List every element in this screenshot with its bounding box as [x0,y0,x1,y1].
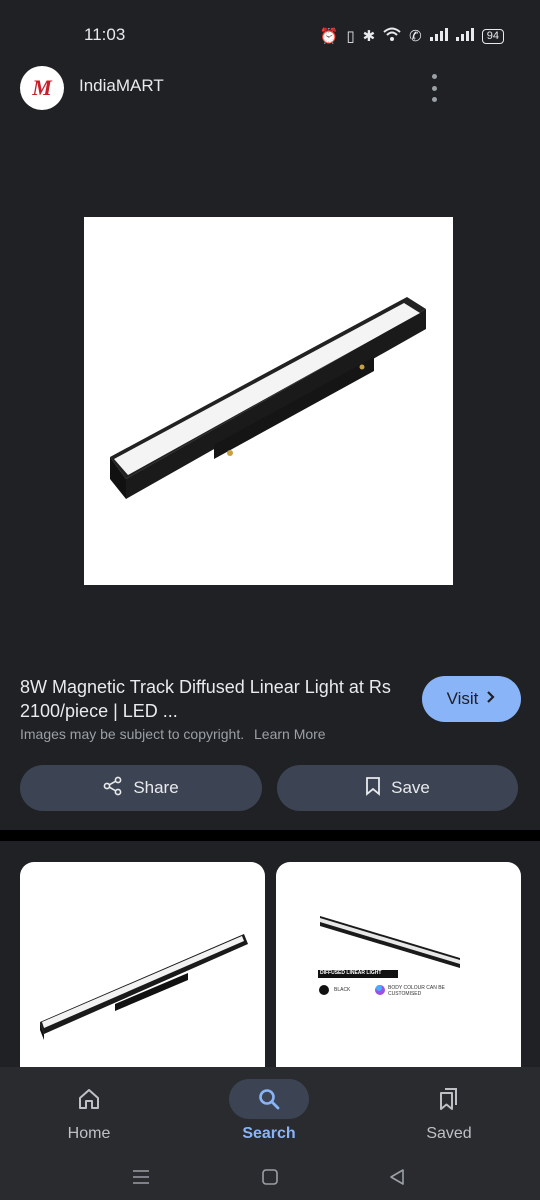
thumb-black-label: BLACK [334,987,351,993]
related-result-thumbnail[interactable]: DIFFUSED LINEAR LIGHT BLACK BODY COLOUR … [276,862,521,1072]
system-navigation-bar [0,1152,540,1200]
visit-button[interactable]: Visit [422,676,521,722]
more-options-button[interactable] [424,74,444,102]
nav-search-label: Search [242,1125,296,1142]
back-triangle-icon [390,1169,404,1185]
chevron-right-icon [486,689,496,709]
nav-search[interactable]: Search [209,1067,329,1152]
home-icon [49,1079,129,1119]
site-logo-mark: M [32,75,52,100]
signal-icon [455,27,474,45]
visit-label: Visit [446,689,479,708]
thumb-body-label: BODY COLOUR CAN BE CUSTOMISED [388,985,445,997]
save-label: Save [391,778,430,797]
site-logo[interactable]: M [20,66,64,110]
status-time: 11:03 [84,25,126,44]
nav-home-label: Home [67,1125,111,1142]
more-dot [431,74,437,79]
status-icons: ⏰ ▯ ✱ ✆ 94 [320,27,504,45]
nav-saved[interactable]: Saved [389,1067,509,1152]
home-system-button[interactable] [255,1162,285,1192]
result-title[interactable]: 8W Magnetic Track Diffused Linear Light … [20,675,400,723]
copyright-notice: Images may be subject to copyright. Lear… [20,726,326,742]
menu-icon [133,1170,149,1184]
battery-icon: 94 [481,28,504,44]
section-divider [0,830,540,841]
bookmark-icon [365,776,381,801]
result-header: M IndiaMART [0,62,540,112]
bottom-navigation: Home Search Saved [0,1067,540,1152]
linear-light-image [110,297,426,499]
save-button[interactable]: Save [277,765,518,811]
more-dot [431,97,437,102]
wifi-call-icon: ✆ [409,28,422,45]
site-name[interactable]: IndiaMART [79,76,164,96]
main-result-image[interactable] [84,217,453,585]
related-light-image [318,916,460,995]
status-bar: 11:03 ⏰ ▯ ✱ ✆ 94 [0,0,540,70]
thumb-caption: DIFFUSED LINEAR LIGHT [320,970,382,976]
saved-icon [409,1079,489,1119]
share-icon [103,776,123,801]
learn-more-link[interactable]: Learn More [254,726,326,742]
signal-icon [429,27,448,45]
nav-saved-label: Saved [426,1125,472,1142]
more-dot [431,85,437,91]
related-result-thumbnail[interactable] [20,862,265,1072]
square-icon [262,1169,278,1185]
nav-home[interactable]: Home [29,1067,149,1152]
vibrate-icon: ▯ [346,28,355,45]
search-icon [229,1079,309,1119]
share-label: Share [133,778,179,797]
bluetooth-icon: ✱ [362,28,376,45]
copyright-text: Images may be subject to copyright. [20,726,245,742]
wifi-icon [383,27,401,45]
related-light-image [40,934,248,1040]
recent-apps-button[interactable] [126,1162,156,1192]
back-system-button[interactable] [382,1162,412,1192]
share-button[interactable]: Share [20,765,262,811]
alarm-icon: ⏰ [319,28,339,45]
